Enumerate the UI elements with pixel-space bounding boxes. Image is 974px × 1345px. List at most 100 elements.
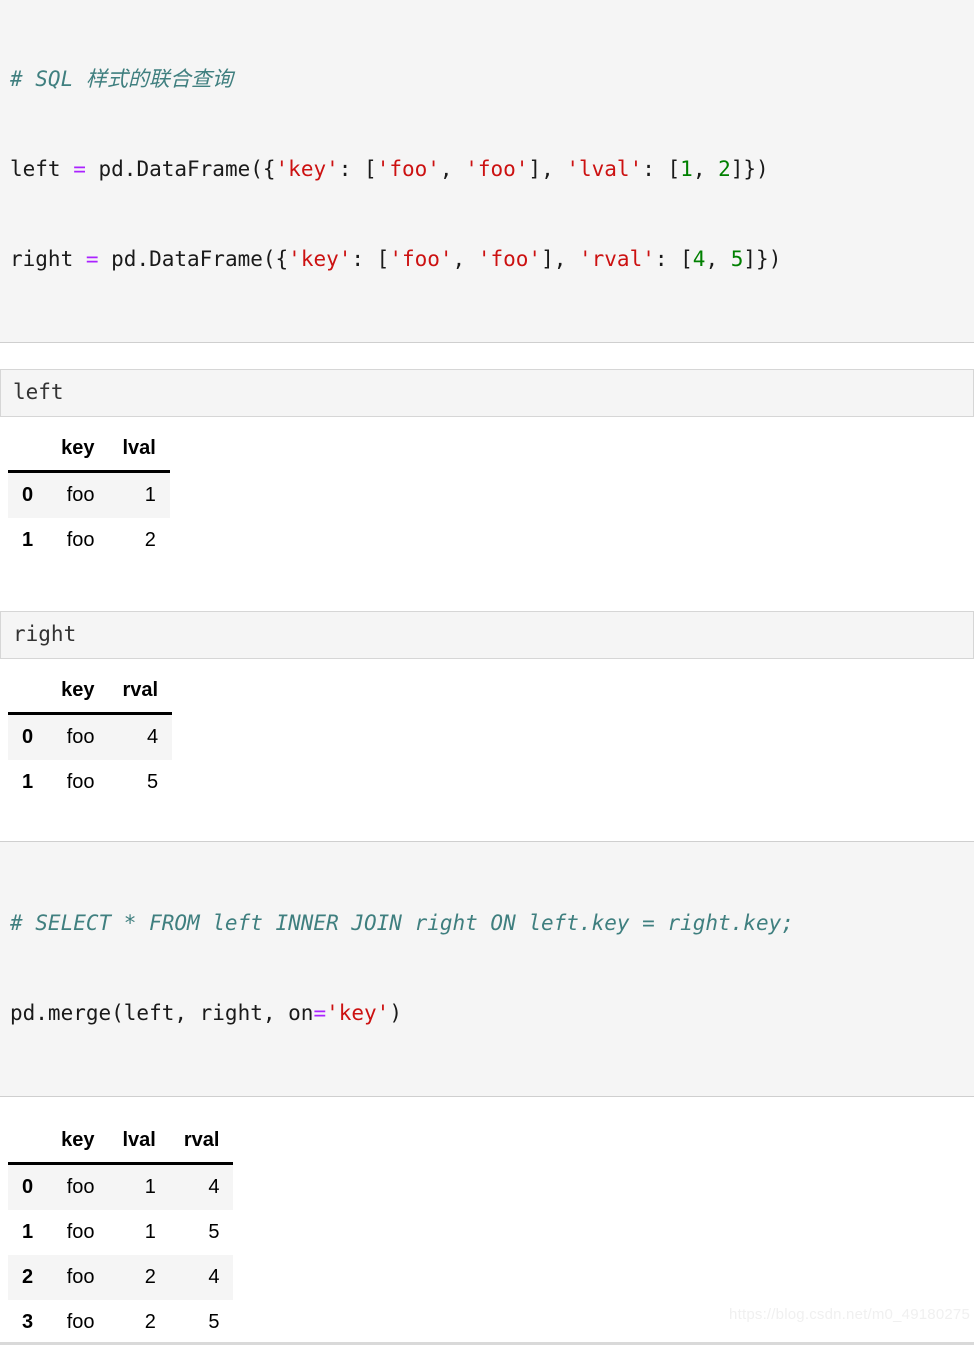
number-token: 2 (718, 157, 731, 181)
code-token: , (440, 157, 465, 181)
row-index: 1 (8, 760, 47, 805)
string-token: 'key' (288, 247, 351, 271)
column-header: key (47, 431, 108, 472)
row-index: 0 (8, 472, 47, 519)
code-cell-input-2[interactable]: # SELECT * FROM left INNER JOIN right ON… (0, 841, 974, 1097)
column-header: lval (109, 1123, 170, 1164)
row-index: 0 (8, 714, 47, 761)
table-cell: 5 (109, 760, 173, 805)
string-token: 'foo' (377, 157, 440, 181)
column-header: key (47, 1123, 108, 1164)
table-row: 1 foo 1 5 (8, 1210, 233, 1255)
operator-token: = (73, 157, 86, 181)
code-token: : [ (655, 247, 693, 271)
table-body: 0 foo 1 4 1 foo 1 5 2 foo 2 4 (8, 1164, 233, 1345)
code-token: : [ (642, 157, 680, 181)
code-token: , (693, 157, 718, 181)
code-line-left-assign: left = pd.DataFrame({'key': ['foo', 'foo… (10, 154, 964, 184)
table-row: 0 foo 1 4 (8, 1164, 233, 1211)
code-token: left (10, 157, 73, 181)
operator-token: = (86, 247, 99, 271)
column-header: rval (109, 673, 173, 714)
index-header (8, 431, 47, 472)
table-cell: foo (47, 1210, 108, 1255)
table-cell: 5 (170, 1210, 234, 1255)
table-head: key rval (8, 673, 172, 714)
dataframe-left-wrap: key lval 0 foo 1 1 foo 2 (0, 431, 974, 563)
table-header-row: key rval (8, 673, 172, 714)
code-token: , (705, 247, 730, 271)
table-cell: foo (47, 1255, 108, 1300)
code-line-right-assign: right = pd.DataFrame({'key': ['foo', 'fo… (10, 244, 964, 274)
comment-token: # SELECT * FROM left INNER JOIN right ON… (10, 911, 794, 935)
table-head: key lval rval (8, 1123, 233, 1164)
table-cell: foo (47, 1300, 108, 1345)
number-token: 5 (731, 247, 744, 271)
column-header: rval (170, 1123, 234, 1164)
comment-token: # SQL 样式的联合查询 (10, 67, 233, 91)
number-token: 4 (693, 247, 706, 271)
table-cell: 2 (109, 1255, 170, 1300)
table-cell: foo (47, 714, 108, 761)
dataframe-right: key rval 0 foo 4 1 foo 5 (8, 673, 172, 805)
code-token: pd.DataFrame({ (99, 247, 289, 271)
output-label-left: left (0, 369, 974, 417)
row-index: 0 (8, 1164, 47, 1211)
column-header: key (47, 673, 108, 714)
table-cell: foo (47, 518, 108, 563)
table-cell: 5 (170, 1300, 234, 1345)
string-token: 'foo' (478, 247, 541, 271)
table-cell: foo (47, 760, 108, 805)
code-line-comment: # SELECT * FROM left INNER JOIN right ON… (10, 908, 964, 938)
table-row: 1 foo 2 (8, 518, 170, 563)
code-token: : [ (351, 247, 389, 271)
table-row: 2 foo 2 4 (8, 1255, 233, 1300)
code-token: right (10, 247, 86, 271)
row-index: 2 (8, 1255, 47, 1300)
operator-token: = (313, 1001, 326, 1025)
spacer (0, 343, 974, 369)
dataframe-right-wrap: key rval 0 foo 4 1 foo 5 (0, 673, 974, 805)
string-token: 'foo' (465, 157, 528, 181)
code-line-merge: pd.merge(left, right, on='key') (10, 998, 964, 1028)
code-token: ) (389, 1001, 402, 1025)
table-cell: 1 (109, 472, 170, 519)
string-token: 'rval' (579, 247, 655, 271)
table-body: 0 foo 1 1 foo 2 (8, 472, 170, 564)
code-token: ], (541, 247, 579, 271)
code-cell-input-1[interactable]: # SQL 样式的联合查询 left = pd.DataFrame({'key'… (0, 0, 974, 343)
table-body: 0 foo 4 1 foo 5 (8, 714, 172, 806)
code-token: pd.merge(left, right, on (10, 1001, 313, 1025)
spacer (0, 417, 974, 431)
table-cell: 4 (170, 1255, 234, 1300)
output-label-text: right (13, 622, 76, 646)
index-header (8, 673, 47, 714)
string-token: 'lval' (566, 157, 642, 181)
watermark: https://blog.csdn.net/m0_49180275 (729, 1306, 970, 1323)
code-token: ]}) (743, 247, 781, 271)
dataframe-merged: key lval rval 0 foo 1 4 1 foo 1 5 (8, 1123, 233, 1345)
string-token: 'key' (326, 1001, 389, 1025)
spacer (0, 1097, 974, 1123)
row-index: 1 (8, 1210, 47, 1255)
code-line-comment: # SQL 样式的联合查询 (10, 64, 964, 94)
table-header-row: key lval (8, 431, 170, 472)
table-cell: 4 (109, 714, 173, 761)
table-head: key lval (8, 431, 170, 472)
table-cell: 2 (109, 518, 170, 563)
row-index: 3 (8, 1300, 47, 1345)
row-index: 1 (8, 518, 47, 563)
table-cell: foo (47, 472, 108, 519)
table-header-row: key lval rval (8, 1123, 233, 1164)
code-token: : [ (339, 157, 377, 181)
dataframe-left: key lval 0 foo 1 1 foo 2 (8, 431, 170, 563)
notebook-page: # SQL 样式的联合查询 left = pd.DataFrame({'key'… (0, 0, 974, 1345)
column-header: lval (109, 431, 170, 472)
index-header (8, 1123, 47, 1164)
code-token: pd.DataFrame({ (86, 157, 276, 181)
string-token: 'foo' (389, 247, 452, 271)
spacer (0, 805, 974, 841)
string-token: 'key' (276, 157, 339, 181)
code-token: , (453, 247, 478, 271)
code-token: ]}) (731, 157, 769, 181)
